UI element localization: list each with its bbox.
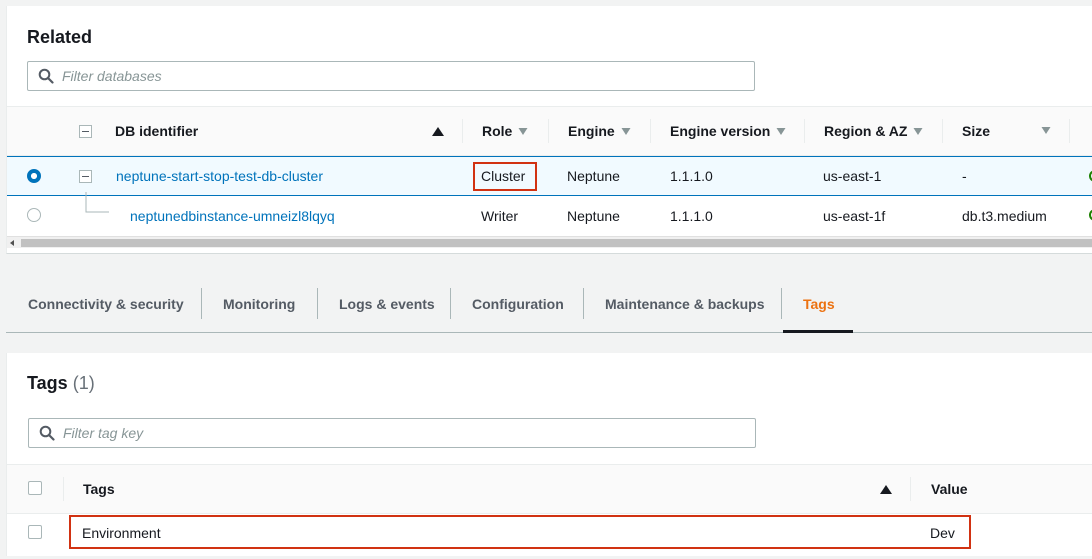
col-db-identifier[interactable]: DB identifier	[115, 107, 461, 155]
tag-key-cell: Environment	[82, 525, 161, 541]
row-radio[interactable]	[27, 208, 41, 222]
sort-ascending-icon	[432, 127, 444, 136]
collapse-cluster-toggle[interactable]	[79, 170, 92, 183]
col-value[interactable]: Value	[910, 465, 1090, 513]
db-identifier-link[interactable]: neptune-start-stop-test-db-cluster	[116, 157, 323, 195]
filter-databases-input[interactable]	[62, 66, 744, 86]
col-status-partial[interactable]: ​	[1069, 107, 1092, 155]
filter-tags-input[interactable]	[63, 423, 745, 443]
detail-tabs: Connectivity & security Monitoring Logs …	[6, 275, 1092, 333]
related-title: Related	[27, 27, 93, 47]
scroll-left-icon[interactable]	[10, 240, 14, 246]
expand-all-toggle[interactable]	[79, 125, 92, 138]
filter-tags-search[interactable]	[28, 418, 756, 448]
engine-cell: Neptune	[567, 208, 620, 224]
table-row[interactable]: neptune-start-stop-test-db-cluster Clust…	[7, 156, 1092, 196]
col-engine-version[interactable]: Engine version	[650, 107, 800, 155]
region-az-cell: us-east-1f	[823, 208, 886, 224]
table-row[interactable]: neptunedbinstance-umneizl8lqyq Writer Ne…	[7, 192, 1092, 236]
active-tab-indicator	[783, 330, 853, 333]
col-role[interactable]: Role	[462, 107, 562, 155]
tags-panel: Tags (1) Tags Value Environment Dev	[6, 353, 1092, 556]
col-region-az[interactable]: Region & AZ	[804, 107, 944, 155]
related-panel: Related DB identifier Role Engine Engine…	[6, 6, 1092, 254]
tab-connectivity-security[interactable]: Connectivity & security	[28, 275, 184, 332]
sort-ascending-icon	[880, 485, 892, 494]
col-size[interactable]: Size	[942, 107, 1067, 155]
row-checkbox[interactable]	[28, 525, 42, 539]
sort-icon	[776, 127, 786, 135]
sort-icon	[1041, 127, 1051, 134]
engine-cell: Neptune	[567, 168, 620, 184]
tab-tags[interactable]: Tags	[803, 275, 835, 332]
tab-monitoring[interactable]: Monitoring	[223, 275, 295, 332]
region-az-cell: us-east-1	[823, 168, 882, 184]
tags-count: (1)	[72, 373, 95, 393]
tag-value-cell: Dev	[930, 525, 955, 541]
role-cell: Writer	[481, 208, 519, 224]
tab-maintenance-backups[interactable]: Maintenance & backups	[605, 275, 765, 332]
sort-icon	[621, 127, 631, 135]
row-radio-selected[interactable]	[27, 169, 41, 183]
databases-table-header: DB identifier Role Engine Engine version…	[7, 106, 1092, 156]
tree-connector	[85, 192, 109, 213]
role-cell: Cluster	[481, 168, 526, 184]
scrollbar-thumb[interactable]	[21, 239, 1092, 247]
engine-version-cell: 1.1.1.0	[670, 208, 713, 224]
filter-databases-search[interactable]	[27, 61, 755, 91]
db-identifier-link[interactable]: neptunedbinstance-umneizl8lqyq	[130, 196, 335, 236]
search-icon	[39, 425, 55, 441]
size-cell: -	[962, 168, 967, 184]
table-row[interactable]: Environment Dev	[7, 514, 1092, 552]
tab-logs-events[interactable]: Logs & events	[339, 275, 435, 332]
col-engine[interactable]: Engine	[548, 107, 648, 155]
size-cell: db.t3.medium	[962, 208, 1047, 224]
tags-title: Tags (1)	[27, 373, 95, 393]
search-icon	[38, 68, 54, 84]
tab-configuration[interactable]: Configuration	[472, 275, 564, 332]
tags-table-header: Tags Value	[7, 464, 1092, 514]
col-tags[interactable]: Tags	[63, 465, 909, 513]
engine-version-cell: 1.1.1.0	[670, 168, 713, 184]
sort-icon	[518, 127, 528, 135]
select-all-checkbox[interactable]	[28, 481, 42, 495]
sort-icon	[913, 127, 923, 135]
horizontal-scrollbar[interactable]	[7, 236, 1092, 248]
